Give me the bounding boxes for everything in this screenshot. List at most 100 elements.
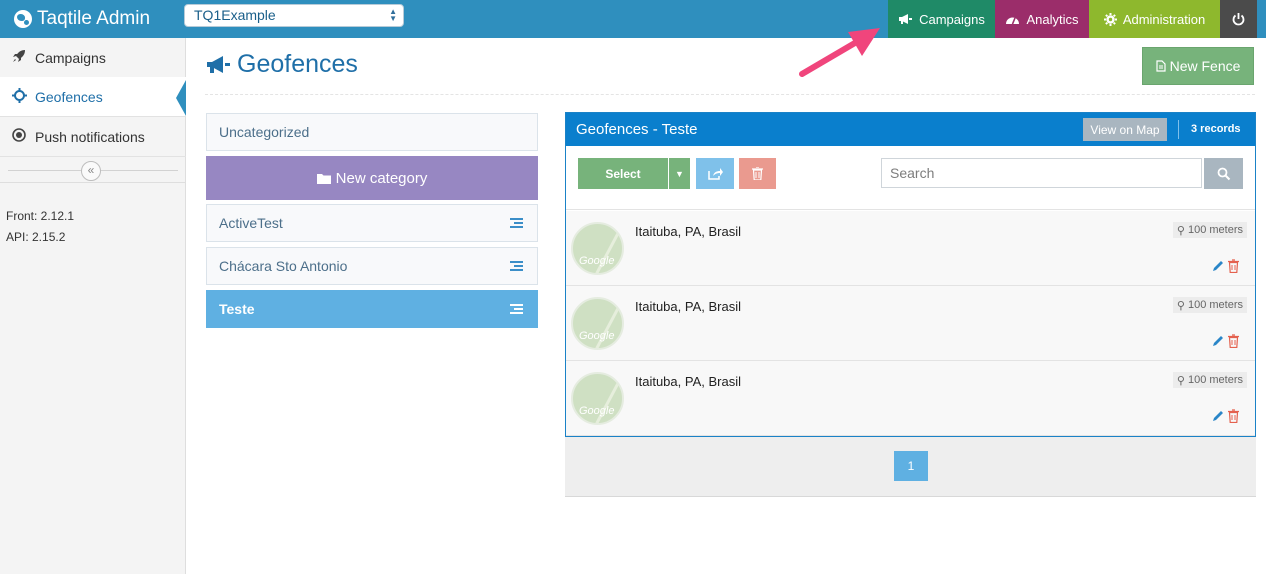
map-thumbnail-label: Google [579, 405, 615, 417]
radius-badge: ⚲ 100 meters [1172, 297, 1247, 313]
nav-analytics-label: Analytics [1026, 11, 1079, 27]
category-item[interactable]: Chácara Sto Antonio [206, 247, 538, 285]
sidebar-item-push-notifications[interactable]: Push notifications [0, 117, 186, 157]
map-thumbnail: Google [571, 222, 624, 275]
map-thumbnail-label: Google [579, 255, 615, 267]
pencil-icon[interactable] [1211, 334, 1225, 348]
pencil-icon[interactable] [1211, 409, 1225, 423]
share-button[interactable] [696, 158, 734, 189]
search-icon [1217, 167, 1230, 180]
trash-icon[interactable] [1228, 334, 1239, 348]
radius-value: 100 meters [1187, 224, 1243, 236]
panel-title: Geofences - Teste [576, 121, 698, 138]
title-divider [205, 94, 1255, 95]
divider [1178, 120, 1179, 139]
app-title: Taqtile Admin [37, 8, 151, 29]
nav-campaigns-label: Campaigns [919, 11, 985, 27]
list-indent-icon[interactable] [510, 218, 523, 228]
pencil-icon[interactable] [1211, 259, 1225, 273]
new-category-label: New category [335, 169, 428, 187]
select-arrows-icon: ▲ ▼ [389, 7, 397, 23]
trash-icon[interactable] [1228, 259, 1239, 273]
category-item[interactable]: ActiveTest [206, 204, 538, 242]
page-button[interactable]: 1 [894, 451, 928, 481]
geofence-row[interactable]: Google Itaituba, PA, Brasil ⚲ 100 meters [566, 286, 1255, 361]
target-icon [10, 128, 28, 145]
sidebar-item-label: Geofences [35, 88, 103, 105]
geofence-row[interactable]: Google Itaituba, PA, Brasil ⚲ 100 meters [566, 211, 1255, 286]
new-fence-button[interactable]: New Fence [1142, 47, 1254, 85]
map-marker-icon: ⚲ [1176, 299, 1185, 312]
nav-analytics-button[interactable]: Analytics [995, 0, 1089, 38]
geofence-address: Itaituba, PA, Brasil [635, 224, 741, 239]
sidebar: Campaigns Geofences Push notifications «… [0, 38, 186, 574]
app-selector-value: TQ1Example [194, 7, 276, 23]
power-icon [1232, 13, 1245, 26]
sidebar-item-label: Campaigns [35, 49, 106, 66]
new-category-button[interactable]: New category [206, 156, 538, 200]
document-icon [1155, 60, 1166, 72]
nav-campaigns-button[interactable]: Campaigns [888, 0, 995, 38]
geofences-panel: Geofences - Teste View on Map 3 records … [565, 112, 1256, 437]
nav-administration-button[interactable]: Administration [1089, 0, 1220, 38]
radius-value: 100 meters [1187, 374, 1243, 386]
map-marker-icon: ⚲ [1176, 374, 1185, 387]
top-navbar: Taqtile Admin TQ1Example ▲ ▼ Campaigns An… [0, 0, 1266, 38]
megaphone-icon [207, 55, 230, 73]
sidebar-item-campaigns[interactable]: Campaigns [0, 38, 186, 78]
radius-badge: ⚲ 100 meters [1172, 222, 1247, 238]
panel-header: Geofences - Teste View on Map 3 records [566, 113, 1255, 146]
map-thumbnail-label: Google [579, 330, 615, 342]
megaphone-icon [899, 14, 913, 24]
category-label: Chácara Sto Antonio [219, 258, 348, 274]
page-title: Geofences [205, 50, 358, 79]
front-version: Front: 2.12.1 [6, 209, 75, 223]
search-button[interactable] [1204, 158, 1243, 189]
panel-toolbar: Select ▼ [566, 146, 1255, 210]
dashboard-icon [1006, 17, 1020, 25]
radius-badge: ⚲ 100 meters [1172, 372, 1247, 388]
brand[interactable]: Taqtile Admin [14, 0, 150, 38]
geofence-address: Itaituba, PA, Brasil [635, 374, 741, 389]
sidebar-item-geofences[interactable]: Geofences [0, 77, 186, 117]
geofence-row[interactable]: Google Itaituba, PA, Brasil ⚲ 100 meters [566, 361, 1255, 436]
app-selector[interactable]: TQ1Example ▲ ▼ [184, 4, 404, 27]
logout-button[interactable] [1220, 0, 1257, 38]
globe-icon [14, 10, 32, 28]
view-on-map-button[interactable]: View on Map [1083, 118, 1167, 141]
select-button[interactable]: Select [578, 158, 668, 189]
gear-icon [1103, 12, 1117, 26]
search-input[interactable] [881, 158, 1202, 188]
trash-icon[interactable] [1228, 409, 1239, 423]
category-item-active[interactable]: Teste [206, 290, 538, 328]
new-fence-label: New Fence [1169, 58, 1241, 74]
share-icon [707, 168, 723, 180]
crosshair-icon [10, 87, 28, 106]
sidebar-item-label: Push notifications [35, 128, 145, 145]
rocket-icon [10, 49, 28, 66]
sidebar-collapse-row: « [0, 158, 186, 183]
category-uncategorized[interactable]: Uncategorized [206, 113, 538, 151]
delete-selected-button[interactable] [739, 158, 776, 189]
nav-administration-label: Administration [1122, 11, 1206, 27]
pagination: 1 [565, 437, 1256, 497]
annotation-arrow-icon [799, 28, 880, 77]
caret-down-icon: ▼ [675, 168, 684, 179]
collapse-sidebar-button[interactable]: « [81, 161, 101, 181]
map-thumbnail: Google [571, 372, 624, 425]
list-indent-icon[interactable] [510, 304, 523, 314]
map-thumbnail: Google [571, 297, 624, 350]
category-label: ActiveTest [219, 215, 283, 231]
active-marker [176, 80, 186, 116]
api-version: API: 2.15.2 [6, 230, 66, 244]
map-marker-icon: ⚲ [1176, 224, 1185, 237]
page-title-text: Geofences [237, 50, 358, 78]
list-indent-icon[interactable] [510, 261, 523, 271]
category-label: Uncategorized [219, 124, 310, 140]
category-label: Teste [219, 301, 255, 317]
radius-value: 100 meters [1187, 299, 1243, 311]
folder-icon [316, 173, 331, 184]
records-count: 3 records [1191, 123, 1241, 135]
geofence-address: Itaituba, PA, Brasil [635, 299, 741, 314]
select-dropdown-button[interactable]: ▼ [669, 158, 690, 189]
